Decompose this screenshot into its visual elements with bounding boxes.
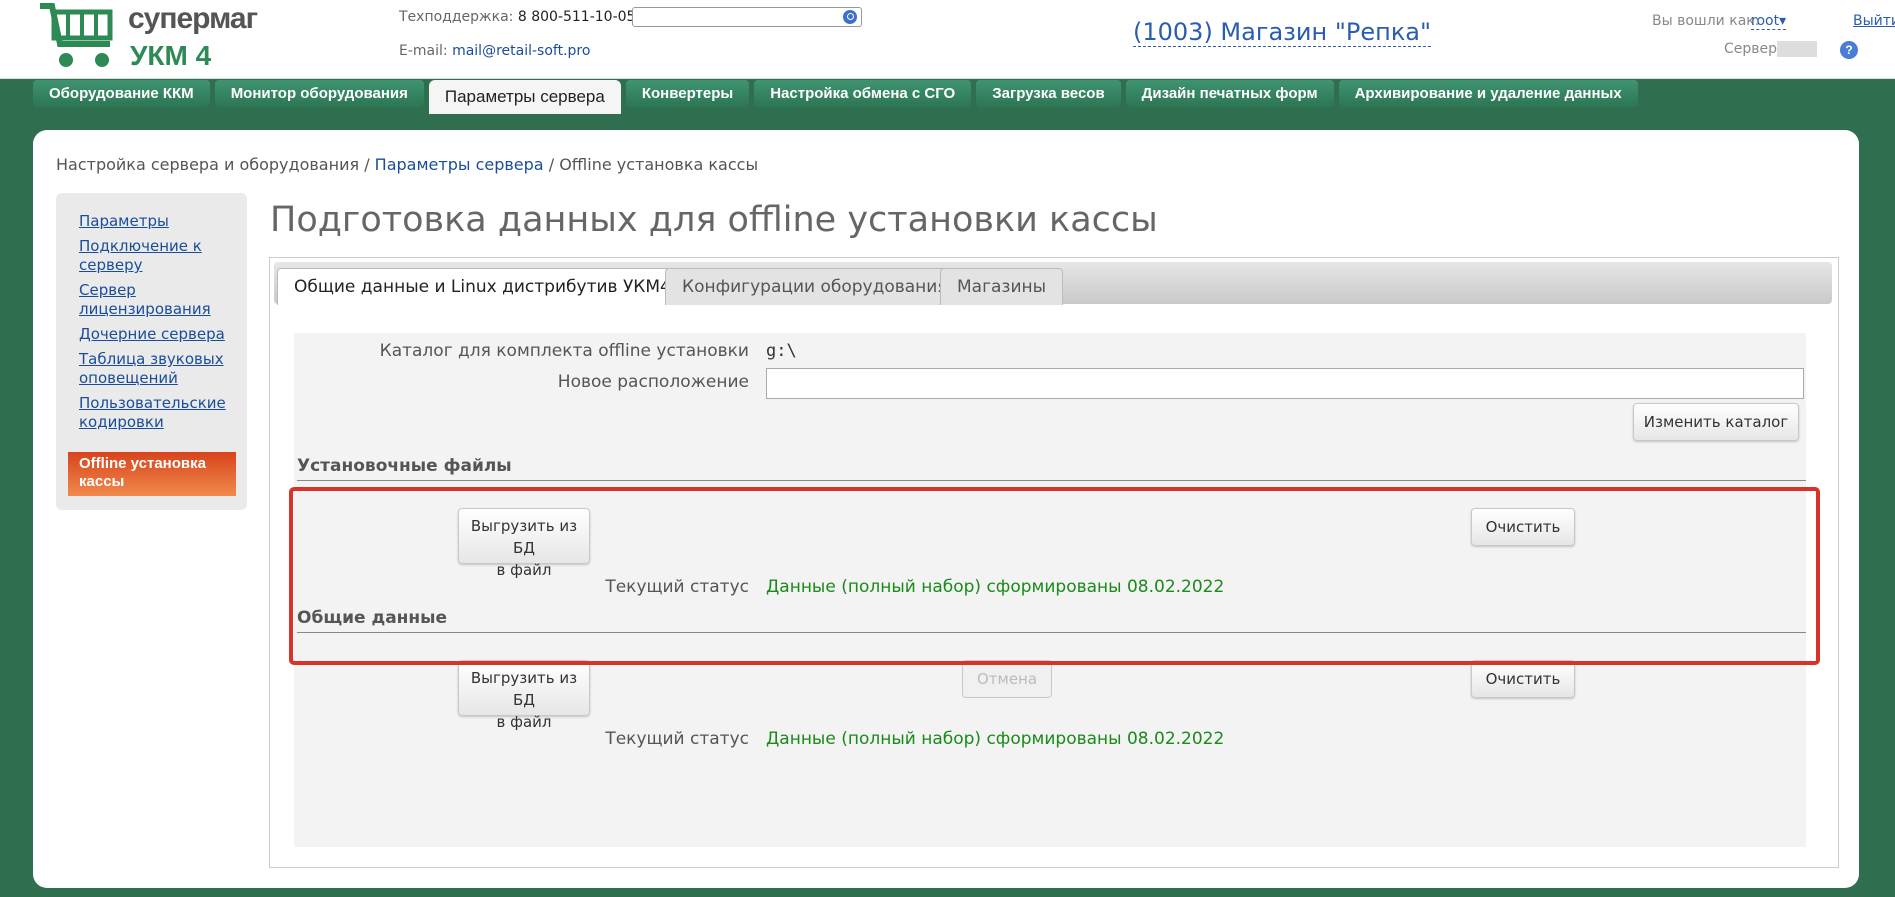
page-title: Подготовка данных для offline установки … [270,200,1158,240]
logout-link[interactable]: Выйти [1853,13,1895,29]
nav-scales-loading[interactable]: Загрузка весов [976,80,1121,108]
server-label: Сервер: [1724,41,1782,57]
common-status-label: Текущий статус [605,729,749,749]
nav-server-params[interactable]: Параметры сервера [428,80,621,114]
new-location-label: Новое расположение [557,372,749,392]
chevron-down-icon: ▾ [1779,13,1787,29]
logo-title: супермаг [128,2,258,35]
email-info: E-mail: mail@retail-soft.pro [399,43,590,59]
user-menu[interactable]: root▾ [1751,13,1787,30]
nav-converters[interactable]: Конвертеры [625,80,750,108]
email-link[interactable]: mail@retail-soft.pro [452,43,590,59]
support-label: Техподдержка: [399,9,514,25]
login-label: Вы вошли как: [1652,13,1760,29]
breadcrumb-separator: / [364,155,370,174]
sidebar-item-license-server[interactable]: Сервер лицензирования [79,281,239,319]
tab-common-data[interactable]: Общие данные и Linux дистрибутив УКМ4 [277,268,688,305]
common-cancel-button[interactable]: Отмена [962,660,1052,698]
cart-icon [40,3,113,67]
support-info: Техподдержка: 8 800-511-10-05 [399,9,635,25]
help-icon[interactable]: ? [1840,41,1858,59]
support-phone: 8 800-511-10-05 [517,9,636,25]
logo-subtitle: УКМ 4 [130,40,212,71]
change-catalog-button[interactable]: Изменить каталог [1633,403,1799,441]
store-selector[interactable]: (1003) Магазин "Репка" [1133,18,1432,47]
server-value [1777,41,1817,57]
sidebar: Параметры Подключение к серверу Сервер л… [56,193,247,510]
new-location-input[interactable] [766,368,1804,399]
breadcrumb-separator: / [548,155,555,174]
nav-archiving[interactable]: Архивирование и удаление данных [1338,80,1638,108]
common-status-value: Данные (полный набор) сформированы 08.02… [766,729,1225,749]
search-icon[interactable] [843,10,857,24]
sidebar-links: Параметры Подключение к серверу Сервер л… [79,212,239,438]
highlight-frame [289,487,1820,665]
user-name: root [1751,13,1780,29]
nav-kkm-equipment[interactable]: Оборудование ККМ [33,80,210,108]
common-export-label-line1: Выгрузить из БД [470,669,578,709]
tab-stores[interactable]: Магазины [940,268,1064,305]
common-export-button[interactable]: Выгрузить из БД в файл [458,660,590,731]
install-files-heading: Установочные файлы [297,456,512,476]
logo[interactable]: супермаг УКМ 4 [38,0,258,74]
sidebar-item-params[interactable]: Параметры [79,212,239,231]
search-input[interactable] [632,7,862,27]
catalog-value: g:\ [766,341,797,361]
breadcrumb-current: Offline установка кассы [559,155,759,174]
sidebar-item-custom-encodings[interactable]: Пользовательские кодировки [79,394,239,432]
header: супермаг УКМ 4 Техподдержка: 8 800-511-1… [0,0,1895,79]
breadcrumb-link[interactable]: Параметры сервера [375,155,544,174]
nav-print-forms[interactable]: Дизайн печатных форм [1125,80,1334,108]
nav-equipment-monitor[interactable]: Монитор оборудования [214,80,424,108]
sidebar-item-sound-alerts[interactable]: Таблица звуковых оповещений [79,350,239,388]
tab-bar: Общие данные и Linux дистрибутив УКМ4 Ко… [274,262,1832,305]
breadcrumb-root: Настройка сервера и оборудования [56,155,360,174]
sidebar-item-child-servers[interactable]: Дочерние сервера [79,325,239,344]
email-label: E-mail: [399,43,448,59]
divider [297,480,1806,481]
sidebar-item-server-connection[interactable]: Подключение к серверу [79,237,239,275]
common-clear-button[interactable]: Очистить [1471,660,1575,698]
breadcrumb: Настройка сервера и оборудования / Парам… [56,155,758,174]
sidebar-item-offline-install[interactable]: Offline установка кассы [68,452,236,496]
catalog-label: Каталог для комплекта offline установки [379,341,749,361]
main-nav: Оборудование ККМ Монитор оборудования Па… [33,80,1638,114]
nav-sgo-exchange[interactable]: Настройка обмена с СГО [754,80,972,108]
